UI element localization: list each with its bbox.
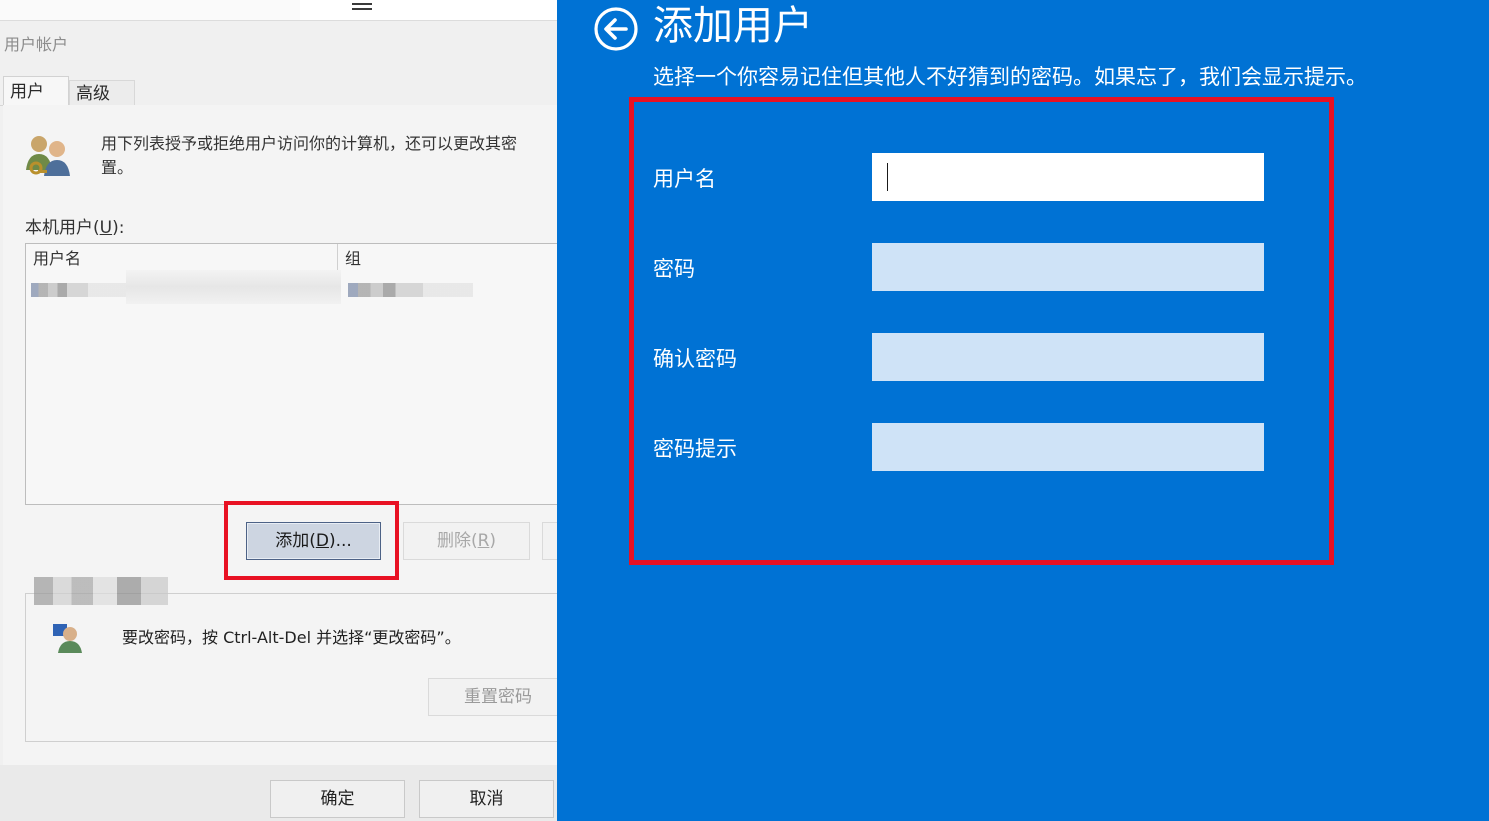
- password-hint-input[interactable]: [872, 423, 1264, 471]
- password-input[interactable]: [872, 243, 1264, 291]
- password-group-box: [25, 593, 557, 742]
- local-users-label-suffix: ):: [112, 218, 125, 238]
- dialog-title: 用户帐户: [4, 35, 69, 54]
- remove-button-label-key: R: [477, 531, 490, 551]
- ok-button[interactable]: 确定: [270, 780, 405, 818]
- password-hint-label: 密码提示: [653, 437, 737, 461]
- page-subtitle: 选择一个你容易记住但其他人不好猜到的密码。如果忘了，我们会显示提示。: [653, 65, 1367, 89]
- cancel-button[interactable]: 取消: [419, 780, 554, 818]
- remove-button-label-suffix: ): [489, 531, 497, 551]
- password-group-title-redacted: [34, 577, 168, 605]
- properties-button[interactable]: [542, 522, 557, 560]
- page-title: 添加用户: [653, 3, 813, 49]
- description-line-2: 置。: [101, 158, 134, 177]
- titlebar-strip: [300, 0, 557, 20]
- text-caret: [887, 163, 888, 191]
- tab-users[interactable]: 用户: [3, 76, 69, 106]
- remove-button-label-prefix: 删除(: [436, 531, 478, 551]
- dialog-titlebar: [0, 0, 557, 21]
- menu-icon[interactable]: [352, 3, 372, 15]
- local-users-list[interactable]: 用户名 组: [25, 243, 557, 505]
- remove-user-button[interactable]: 删除(R): [403, 522, 530, 560]
- tab-advanced[interactable]: 高级: [69, 80, 135, 106]
- username-input[interactable]: [872, 153, 1264, 201]
- users-icon: [26, 136, 70, 176]
- user-row-username-redacted[interactable]: [31, 283, 126, 297]
- user-password-icon: [53, 624, 82, 653]
- add-user-pane: 添加用户 选择一个你容易记住但其他人不好猜到的密码。如果忘了，我们会显示提示。 …: [557, 0, 1489, 821]
- reset-password-button[interactable]: 重置密码: [428, 678, 557, 716]
- username-label: 用户名: [653, 167, 716, 191]
- highlight-box-add-button: [224, 501, 399, 580]
- column-header-group[interactable]: 组: [338, 244, 557, 270]
- local-users-label: 本机用户(U):: [25, 213, 124, 238]
- back-arrow-icon[interactable]: [593, 6, 639, 52]
- local-users-label-key: U: [99, 218, 113, 238]
- change-password-instruction: 要改密码，按 Ctrl-Alt-Del 并选择“更改密码”。: [122, 628, 461, 647]
- user-accounts-dialog: 用户帐户 用户 高级 用下列表授予或拒绝用户访问你的计算机，还可以更改其密 置。…: [0, 0, 557, 821]
- description-line-1: 用下列表授予或拒绝用户访问你的计算机，还可以更改其密: [101, 134, 518, 153]
- confirm-password-label: 确认密码: [653, 347, 737, 371]
- local-users-label-prefix: 本机用户(: [25, 218, 100, 238]
- dialog-description: 用下列表授予或拒绝用户访问你的计算机，还可以更改其密 置。: [101, 132, 557, 180]
- confirm-password-input[interactable]: [872, 333, 1264, 381]
- user-row-blur-area: [126, 270, 341, 304]
- password-label: 密码: [653, 257, 695, 281]
- column-header-username[interactable]: 用户名: [26, 244, 338, 270]
- user-row-group-redacted[interactable]: [348, 283, 473, 297]
